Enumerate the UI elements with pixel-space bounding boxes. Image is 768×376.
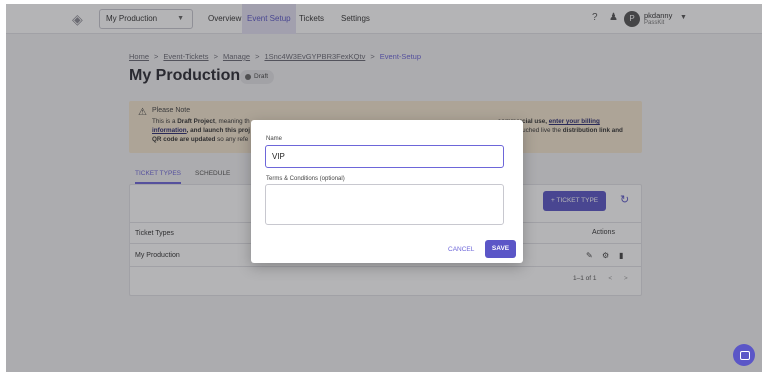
cancel-button[interactable]: CANCEL: [448, 242, 474, 258]
app-window: ◈ My Production ▼ Overview Event Setup T…: [6, 4, 762, 372]
chat-icon[interactable]: [733, 344, 755, 366]
name-input[interactable]: [265, 145, 504, 168]
name-label: Name: [266, 136, 283, 142]
add-ticket-type-dialog: Name Terms & Conditions (optional) CANCE…: [251, 120, 523, 263]
save-button[interactable]: SAVE: [485, 240, 516, 258]
terms-textarea[interactable]: [265, 184, 504, 225]
terms-label: Terms & Conditions (optional): [266, 176, 345, 182]
